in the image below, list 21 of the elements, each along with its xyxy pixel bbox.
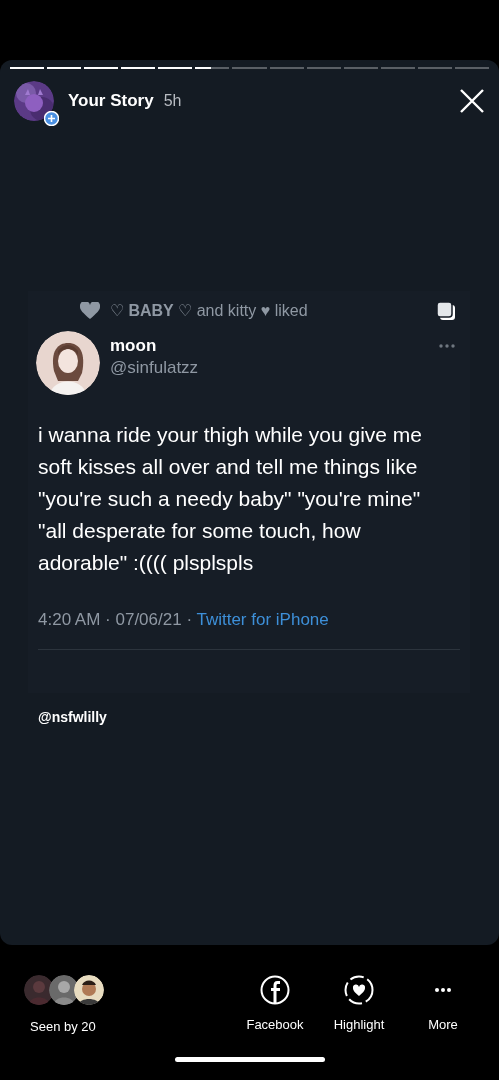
author-name: moon bbox=[110, 335, 158, 357]
tweet-source-link[interactable]: Twitter for iPhone bbox=[196, 610, 329, 629]
more-icon bbox=[438, 343, 456, 349]
copy-icon bbox=[436, 301, 456, 321]
more-icon bbox=[434, 987, 452, 993]
seen-by-link[interactable]: Seen by 20 bbox=[30, 1017, 96, 1037]
close-icon[interactable] bbox=[459, 88, 485, 114]
tweet-text: i wanna ride your thigh while you give me soft kisses all over and tell me things like "you're such a needy baby" "you're mine" "all desperate for some touch, how adorable" :(((( plsplspls bbox=[37, 422, 424, 576]
author-handle: @sinfulatzz bbox=[110, 357, 199, 379]
liked-by-text: ♡ BABY ♡ and kitty ♥ liked bbox=[110, 301, 308, 321]
heart-icon bbox=[80, 302, 100, 320]
highlight-button[interactable]: Highlight bbox=[327, 975, 391, 1035]
facebook-button[interactable]: Facebook bbox=[243, 975, 307, 1035]
story-title: Your Story bbox=[68, 90, 154, 113]
more-button[interactable]: More bbox=[411, 975, 475, 1035]
story-time: 5h bbox=[163, 91, 182, 111]
add-icon bbox=[44, 111, 59, 126]
facebook-icon bbox=[260, 975, 290, 1005]
mention-caption[interactable]: @nsfwlilly bbox=[38, 707, 499, 728]
tweet-timestamp: 4:20 AM · 07/06/21 · bbox=[38, 610, 193, 629]
heart-circle-icon bbox=[344, 975, 374, 1005]
